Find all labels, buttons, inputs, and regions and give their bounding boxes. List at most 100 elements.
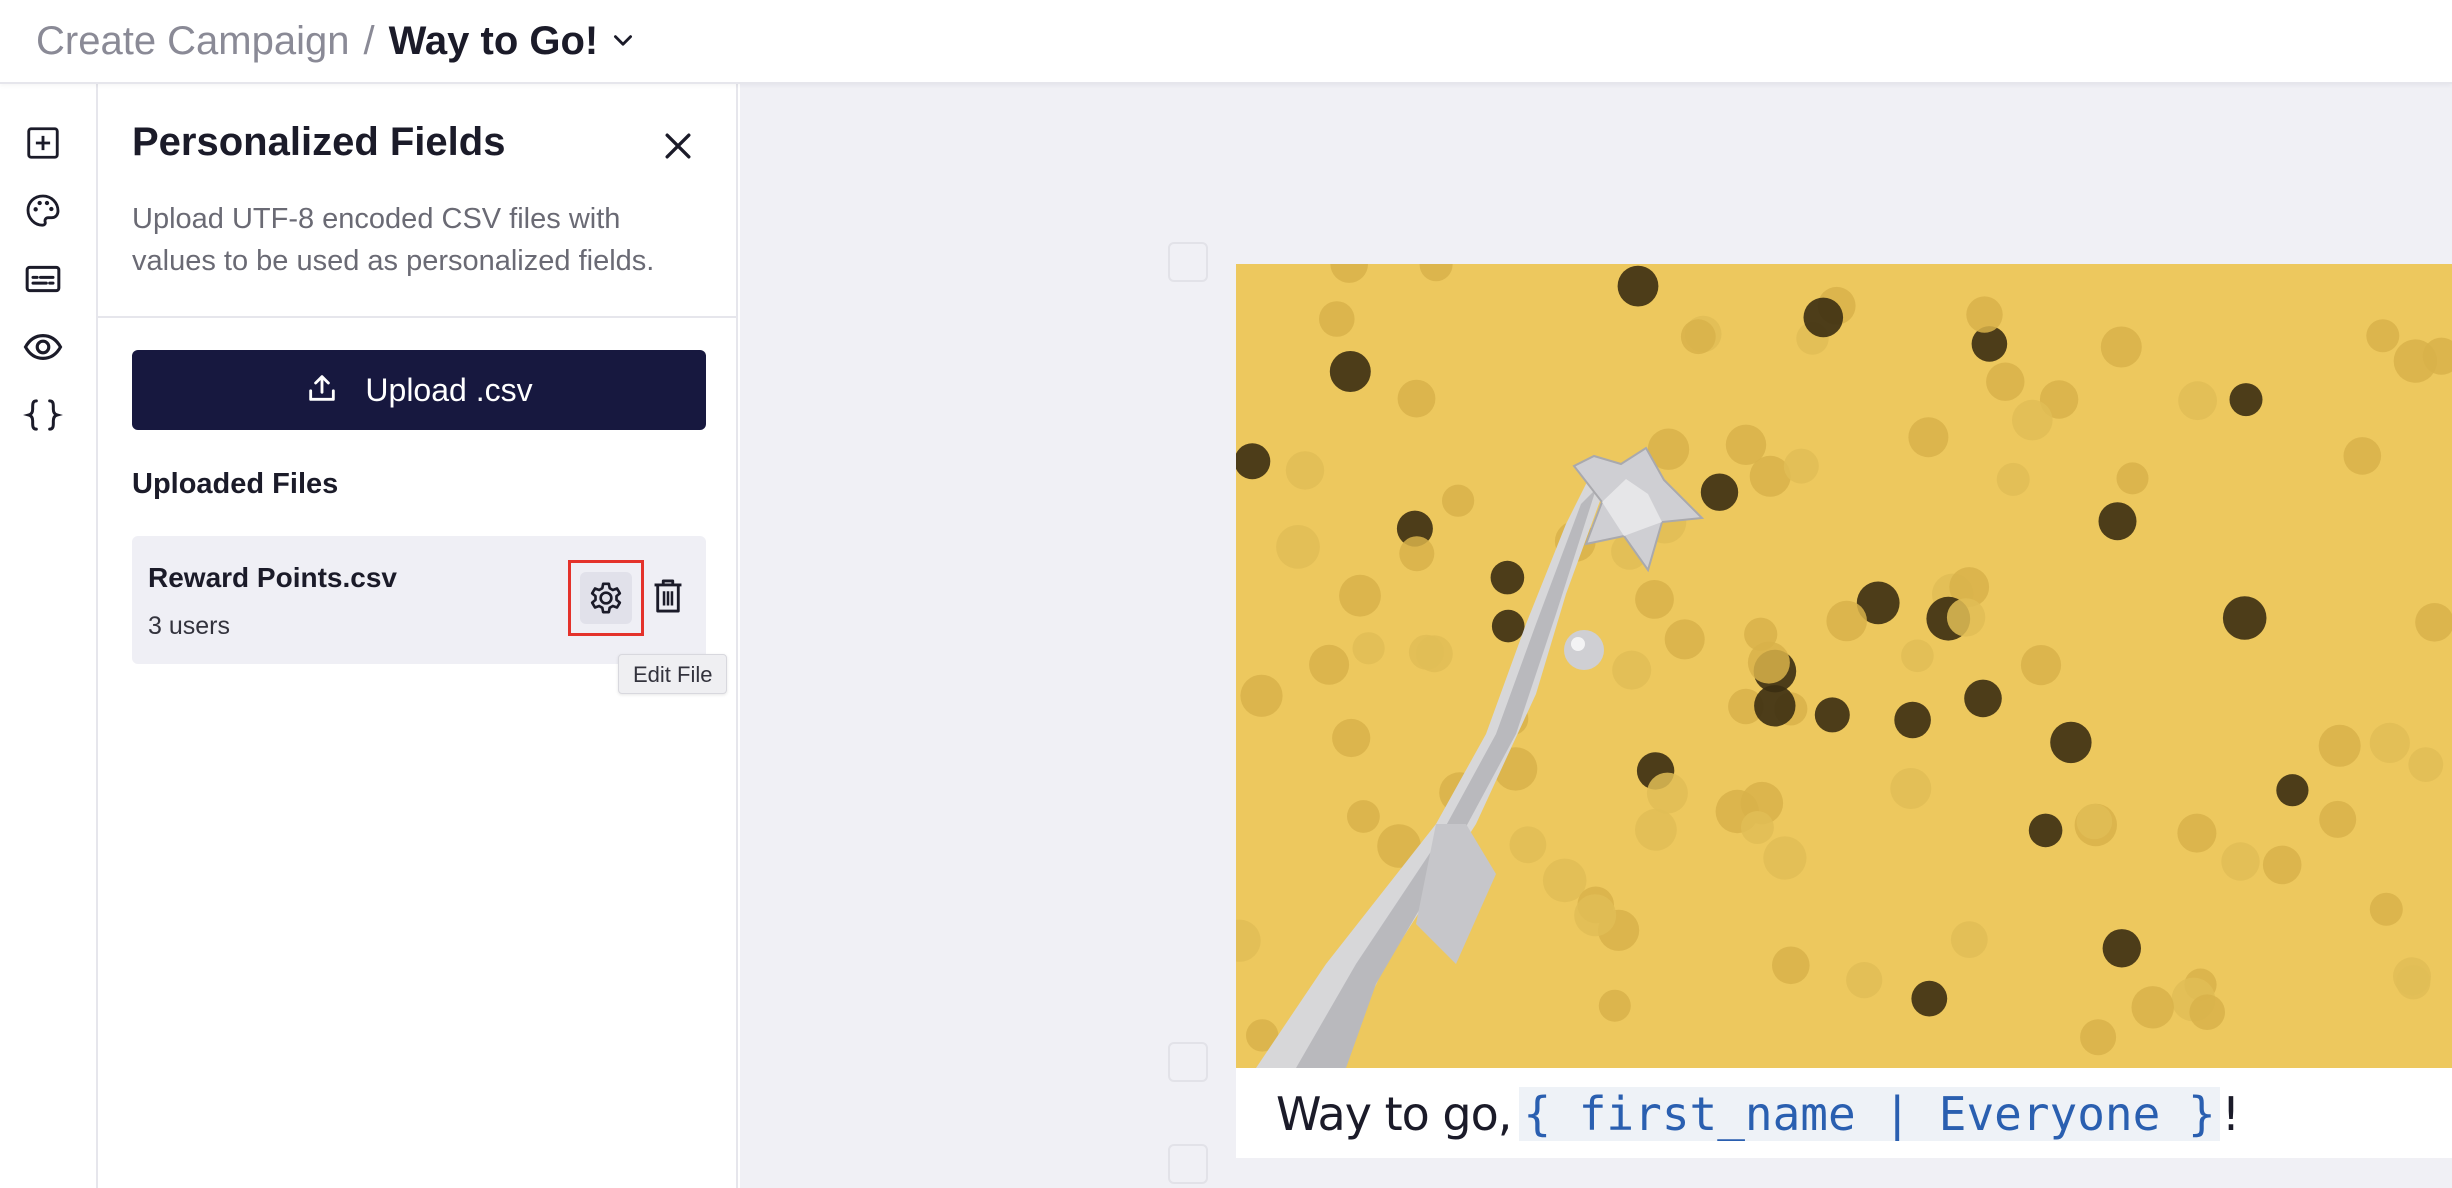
confetti-dot bbox=[1725, 424, 1767, 465]
file-user-count: 3 users bbox=[148, 612, 230, 640]
confetti-dot bbox=[2408, 747, 2444, 782]
confetti-dot bbox=[1491, 609, 1525, 643]
slide-handle[interactable] bbox=[1168, 242, 1208, 282]
trophy-photo bbox=[1236, 264, 2452, 1068]
chevron-down-icon[interactable] bbox=[610, 28, 636, 54]
confetti-dot bbox=[1754, 685, 1796, 727]
confetti-dot bbox=[2229, 383, 2263, 417]
upload-csv-button[interactable]: Upload .csv bbox=[132, 350, 706, 430]
top-header: Create Campaign / Way to Go! bbox=[0, 0, 2452, 84]
file-name: Reward Points.csv bbox=[148, 562, 397, 593]
confetti-dot bbox=[2369, 722, 2410, 763]
personalized-field-token[interactable]: { first_name | Everyone } bbox=[1519, 1087, 2220, 1141]
braces-icon[interactable] bbox=[20, 392, 66, 438]
confetti-dot bbox=[1744, 617, 1778, 651]
confetti-dot bbox=[2131, 986, 2174, 1029]
uploaded-files-heading: Uploaded Files bbox=[132, 468, 339, 500]
slide-handle[interactable] bbox=[1168, 1144, 1208, 1184]
confetti-dot bbox=[1309, 644, 1350, 685]
caption-text[interactable]: Way to go, { first_name | Everyone } ! bbox=[1276, 1084, 2240, 1144]
delete-file-button[interactable] bbox=[648, 576, 688, 620]
confetti-dot bbox=[1783, 448, 1819, 484]
confetti-dot bbox=[2366, 319, 2400, 353]
panel-description: Upload UTF-8 encoded CSV files with valu… bbox=[132, 203, 655, 277]
confetti-dot bbox=[2100, 326, 2142, 368]
confetti-dot bbox=[1635, 580, 1674, 619]
confetti-dot bbox=[2012, 399, 2053, 441]
confetti-dot bbox=[2116, 462, 2149, 495]
confetti-dot bbox=[1986, 362, 2025, 401]
personalized-fields-panel: Personalized Fields Upload UTF-8 encoded… bbox=[98, 84, 738, 1188]
confetti-dot bbox=[2028, 813, 2063, 848]
left-tool-rail bbox=[0, 84, 98, 1188]
panel-title: Personalized Fields bbox=[132, 120, 506, 164]
confetti-dot bbox=[2276, 774, 2309, 807]
palette-icon[interactable] bbox=[20, 188, 66, 234]
confetti-dot bbox=[1740, 811, 1774, 844]
breadcrumb-create-campaign[interactable]: Create Campaign bbox=[36, 19, 350, 64]
confetti-dot bbox=[1276, 525, 1320, 569]
edit-file-button[interactable] bbox=[568, 560, 644, 636]
confetti-dot bbox=[1772, 946, 1810, 985]
confetti-dot bbox=[1966, 296, 2003, 333]
confetti-dot bbox=[1339, 574, 1381, 617]
editor-canvas: Way to go, { first_name | Everyone } ! bbox=[740, 84, 2452, 1188]
confetti-dot bbox=[1285, 451, 1325, 490]
confetti-dot bbox=[1908, 417, 1949, 458]
confetti-dot bbox=[1894, 701, 1931, 739]
confetti-dot bbox=[1490, 560, 1525, 595]
confetti-dot bbox=[1846, 962, 1883, 999]
confetti-dot bbox=[2177, 813, 2217, 853]
confetti-dot bbox=[1680, 319, 1716, 355]
preview-eye-icon[interactable] bbox=[20, 324, 66, 370]
confetti-dot bbox=[1964, 679, 2002, 718]
breadcrumb-separator: / bbox=[363, 18, 375, 63]
confetti-dot bbox=[2080, 1019, 2117, 1056]
confetti-dot bbox=[1598, 989, 1631, 1022]
confetti-dot bbox=[1996, 462, 2030, 496]
confetti-dot bbox=[1946, 598, 1986, 637]
caption-suffix: ! bbox=[2221, 1087, 2240, 1141]
confetti-dot bbox=[1950, 921, 1988, 958]
confetti-dot bbox=[1509, 826, 1547, 864]
confetti-dot bbox=[2318, 724, 2361, 767]
campaign-name[interactable]: Way to Go! bbox=[389, 19, 599, 64]
subtitles-icon[interactable] bbox=[20, 256, 66, 302]
confetti-dot bbox=[1574, 894, 1617, 937]
confetti-dot bbox=[2020, 645, 2062, 686]
caption-prefix: Way to go, bbox=[1276, 1087, 1512, 1141]
confetti-dot bbox=[2076, 803, 2113, 840]
confetti-dot bbox=[1826, 600, 1867, 642]
confetti-dot bbox=[1399, 536, 1435, 572]
confetti-dot bbox=[1397, 379, 1436, 418]
confetti-dot bbox=[1635, 808, 1677, 851]
confetti-dot bbox=[2369, 892, 2403, 926]
confetti-dot bbox=[1612, 650, 1652, 690]
confetti-dot bbox=[2222, 596, 2267, 640]
close-icon[interactable] bbox=[658, 126, 698, 166]
edit-file-tooltip: Edit File bbox=[618, 654, 728, 694]
confetti-dot bbox=[1319, 301, 1355, 337]
confetti-dot bbox=[1442, 484, 1475, 517]
campaign-slide[interactable]: Way to go, { first_name | Everyone } ! bbox=[1236, 264, 2452, 1158]
confetti-dot bbox=[1803, 297, 1844, 338]
confetti-dot bbox=[2189, 994, 2225, 1030]
confetti-dot bbox=[2343, 437, 2382, 475]
confetti-dot bbox=[1347, 800, 1380, 833]
confetti-dot bbox=[1664, 619, 1705, 660]
upload-icon bbox=[305, 371, 339, 410]
confetti-dot bbox=[1240, 674, 1283, 717]
confetti-dot bbox=[2221, 842, 2260, 881]
trophy-illustration bbox=[1236, 264, 2452, 1068]
trash-icon bbox=[651, 577, 685, 620]
confetti-dot bbox=[2262, 845, 2302, 885]
slide-handle[interactable] bbox=[1168, 1042, 1208, 1082]
confetti-dot bbox=[1700, 473, 1739, 511]
gear-icon bbox=[580, 572, 632, 624]
upload-button-label: Upload .csv bbox=[365, 371, 533, 408]
confetti-dot bbox=[1352, 632, 1385, 665]
confetti-dot bbox=[2050, 721, 2092, 764]
add-icon[interactable] bbox=[20, 120, 66, 166]
confetti-dot bbox=[1408, 634, 1444, 670]
confetti-dot bbox=[1890, 768, 1932, 809]
